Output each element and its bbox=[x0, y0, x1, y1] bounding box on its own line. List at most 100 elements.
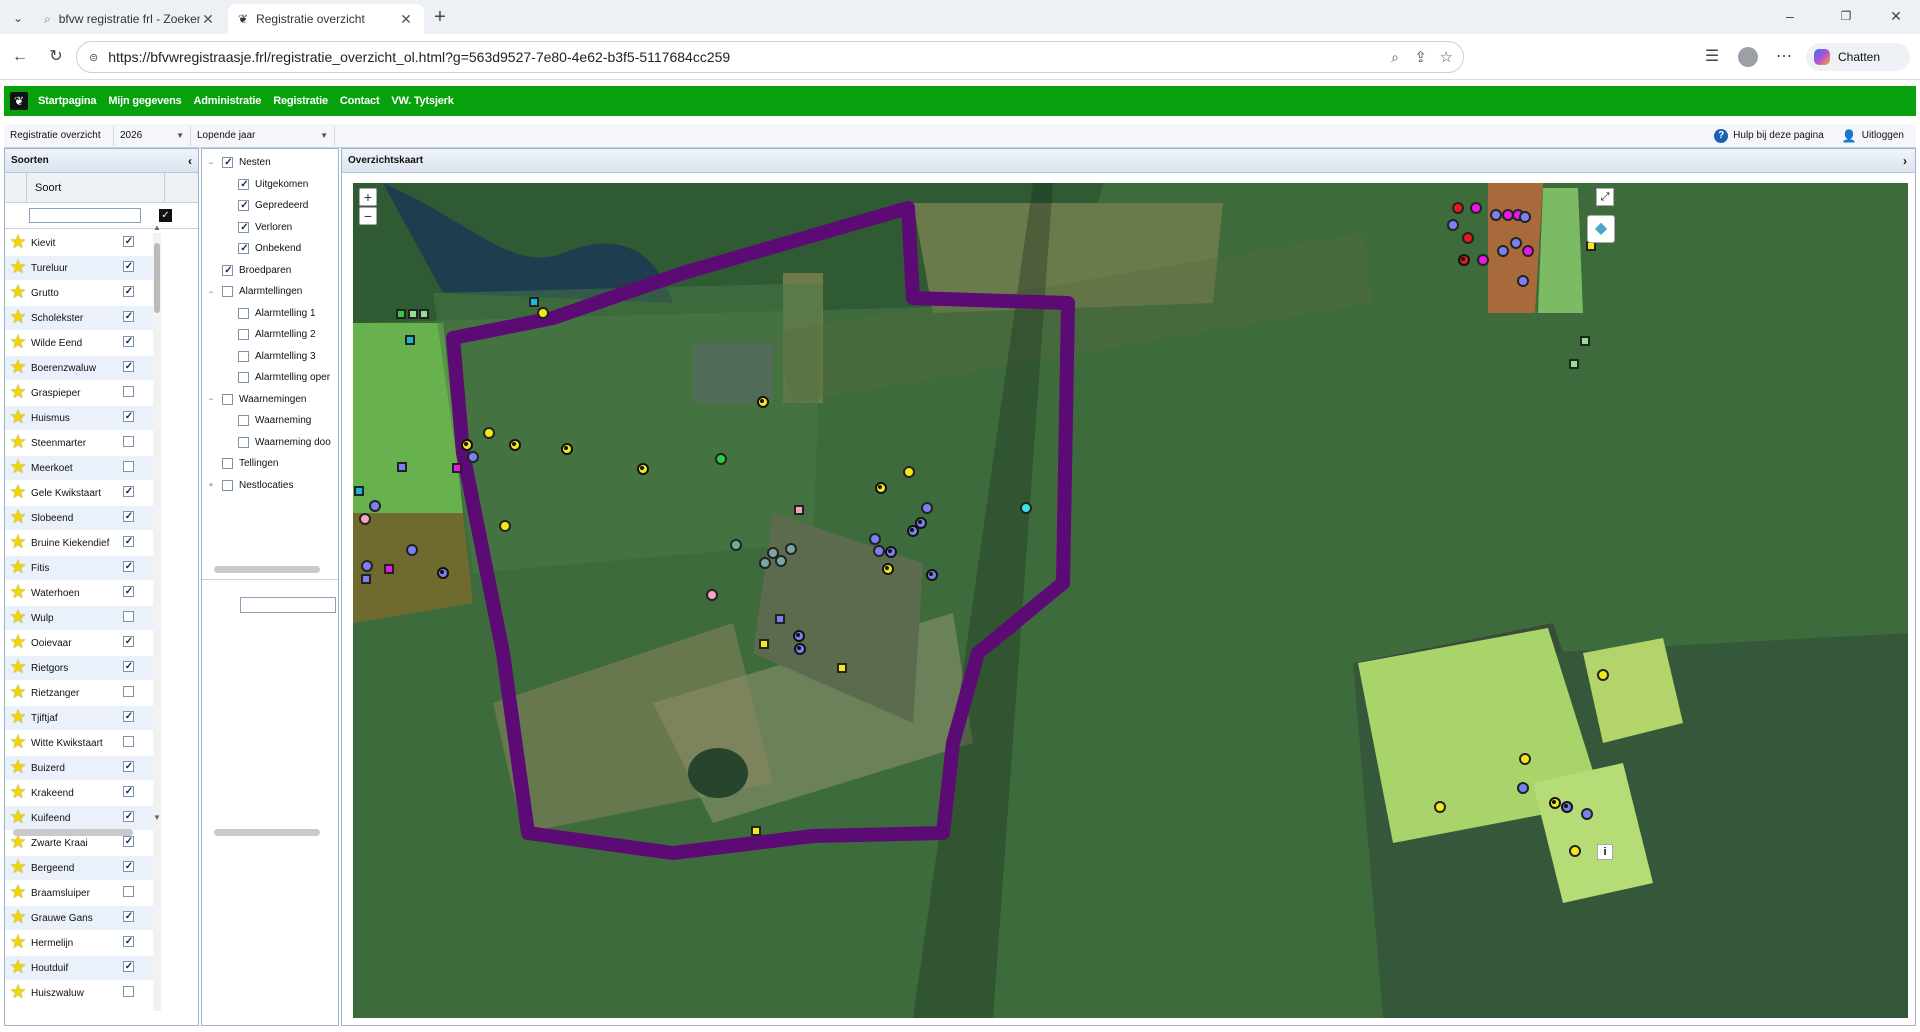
observation-marker[interactable] bbox=[775, 614, 785, 624]
nest-marker[interactable] bbox=[873, 545, 885, 557]
scroll-down-icon[interactable]: ▼ bbox=[153, 813, 161, 822]
layer-row[interactable]: + Nestlocaties bbox=[202, 475, 338, 497]
nest-marker[interactable] bbox=[706, 589, 718, 601]
layer-filter-input[interactable] bbox=[240, 597, 336, 613]
layer-checkbox[interactable] bbox=[222, 479, 233, 491]
observation-marker[interactable] bbox=[1580, 336, 1590, 346]
species-checkbox[interactable] bbox=[122, 611, 134, 622]
nest-marker[interactable] bbox=[875, 482, 887, 494]
layer-row[interactable]: Broedparen bbox=[202, 260, 338, 282]
profile-avatar[interactable] bbox=[1738, 47, 1758, 67]
nest-marker[interactable] bbox=[757, 396, 769, 408]
scroll-thumb[interactable] bbox=[154, 243, 160, 313]
nest-marker[interactable] bbox=[509, 439, 521, 451]
species-checkbox[interactable] bbox=[122, 361, 135, 372]
column-soort[interactable]: Soort bbox=[27, 182, 164, 194]
nest-marker[interactable] bbox=[1477, 254, 1489, 266]
layer-row[interactable]: Alarmtelling oper bbox=[202, 367, 338, 389]
species-row[interactable]: ★ Graspieper bbox=[5, 381, 155, 406]
tab-list-chevron-icon[interactable]: ⌄ bbox=[6, 6, 30, 30]
species-checkbox[interactable] bbox=[122, 986, 134, 997]
layer-row[interactable]: Gepredeerd bbox=[202, 195, 338, 217]
layer-row[interactable]: − Alarmtellingen bbox=[202, 281, 338, 303]
species-row[interactable]: ★ Bergeend bbox=[5, 856, 155, 881]
observation-marker[interactable] bbox=[452, 463, 462, 473]
observation-marker[interactable] bbox=[384, 564, 394, 574]
species-row[interactable]: ★ Rietzanger bbox=[5, 681, 155, 706]
nest-marker[interactable] bbox=[537, 307, 549, 319]
species-checkbox[interactable] bbox=[122, 561, 135, 572]
nest-marker[interactable] bbox=[437, 567, 449, 579]
species-row[interactable]: ★ Houtduif bbox=[5, 956, 155, 981]
nest-marker[interactable] bbox=[793, 630, 805, 642]
species-row[interactable]: ★ Kievit bbox=[5, 231, 155, 256]
species-checkbox[interactable] bbox=[122, 461, 134, 472]
nest-marker[interactable] bbox=[561, 443, 573, 455]
species-checkbox[interactable] bbox=[122, 386, 134, 397]
species-checkbox[interactable] bbox=[122, 261, 135, 272]
observation-marker[interactable] bbox=[361, 574, 371, 584]
species-checkbox[interactable] bbox=[122, 511, 135, 522]
species-row[interactable]: ★ Rietgors bbox=[5, 656, 155, 681]
app-logo-icon[interactable]: ❦ bbox=[10, 92, 28, 110]
zoom-icon[interactable]: ⌕ bbox=[1391, 49, 1399, 66]
tree-hscroll-top[interactable] bbox=[214, 566, 320, 573]
layer-checkbox[interactable] bbox=[238, 307, 249, 319]
observation-marker[interactable] bbox=[751, 826, 761, 836]
observation-marker[interactable] bbox=[529, 297, 539, 307]
species-row[interactable]: ★ Scholekster bbox=[5, 306, 155, 331]
layer-checkbox[interactable] bbox=[238, 436, 249, 448]
species-checkbox[interactable] bbox=[122, 286, 135, 297]
layer-checkbox[interactable] bbox=[238, 221, 250, 233]
back-icon[interactable]: ← bbox=[8, 45, 32, 69]
layer-checkbox[interactable] bbox=[238, 200, 250, 212]
species-checkbox[interactable] bbox=[122, 436, 134, 447]
layer-row[interactable]: Onbekend bbox=[202, 238, 338, 260]
layer-row[interactable]: Verloren bbox=[202, 217, 338, 239]
nav-startpagina[interactable]: Startpagina bbox=[38, 95, 97, 107]
layer-row[interactable]: − Waarnemingen bbox=[202, 389, 338, 411]
expand-toggle-icon[interactable]: − bbox=[206, 287, 216, 297]
nest-marker[interactable] bbox=[1510, 237, 1522, 249]
logout-button[interactable]: 👤 Uitloggen bbox=[1842, 129, 1904, 143]
species-checkbox[interactable] bbox=[122, 961, 135, 972]
expand-toggle-icon[interactable]: − bbox=[206, 394, 216, 404]
species-checkbox[interactable] bbox=[122, 486, 135, 497]
species-checkbox[interactable] bbox=[122, 811, 135, 822]
layer-row[interactable]: − Nesten bbox=[202, 152, 338, 174]
layer-row[interactable]: Uitgekomen bbox=[202, 174, 338, 196]
period-select[interactable]: Lopende jaar ▼ bbox=[191, 125, 335, 146]
species-row[interactable]: ★ Huiszwaluw bbox=[5, 981, 155, 1006]
nest-marker[interactable] bbox=[1462, 232, 1474, 244]
observation-marker[interactable] bbox=[354, 486, 364, 496]
species-checkbox[interactable] bbox=[122, 736, 134, 747]
species-checkbox[interactable] bbox=[122, 661, 135, 672]
nest-marker[interactable] bbox=[1597, 669, 1609, 681]
species-hscroll[interactable] bbox=[13, 829, 133, 836]
expand-toggle-icon[interactable]: − bbox=[206, 158, 216, 168]
expand-toggle-icon[interactable]: + bbox=[206, 480, 216, 490]
nest-marker[interactable] bbox=[1452, 202, 1464, 214]
species-row[interactable]: ★ Tjiftjaf bbox=[5, 706, 155, 731]
layer-row[interactable]: Alarmtelling 2 bbox=[202, 324, 338, 346]
species-checkbox[interactable] bbox=[122, 686, 134, 697]
nest-marker[interactable] bbox=[1549, 797, 1561, 809]
minimize-icon[interactable]: – bbox=[1778, 4, 1802, 28]
nest-marker[interactable] bbox=[775, 555, 787, 567]
nest-marker[interactable] bbox=[903, 466, 915, 478]
species-row[interactable]: ★ Hermelijn bbox=[5, 931, 155, 956]
year-select[interactable]: 2026 ▼ bbox=[114, 125, 191, 146]
nav-mijn-gegevens[interactable]: Mijn gegevens bbox=[108, 95, 181, 107]
map-canvas[interactable] bbox=[353, 183, 1908, 1018]
expand-panel-icon[interactable]: › bbox=[1903, 154, 1907, 168]
species-row[interactable]: ★ Krakeend bbox=[5, 781, 155, 806]
layer-row[interactable]: Tellingen bbox=[202, 453, 338, 475]
species-row[interactable]: ★ Grutto bbox=[5, 281, 155, 306]
species-row[interactable]: ★ Ooievaar bbox=[5, 631, 155, 656]
address-field[interactable]: ⊜ https://bfvwregistraasje.frl/registrat… bbox=[76, 41, 1464, 73]
fullscreen-icon[interactable]: ⤢ bbox=[1596, 188, 1614, 206]
nest-marker[interactable] bbox=[461, 439, 473, 451]
nest-marker[interactable] bbox=[1519, 753, 1531, 765]
species-row[interactable]: ★ Waterhoen bbox=[5, 581, 155, 606]
nest-marker[interactable] bbox=[467, 451, 479, 463]
